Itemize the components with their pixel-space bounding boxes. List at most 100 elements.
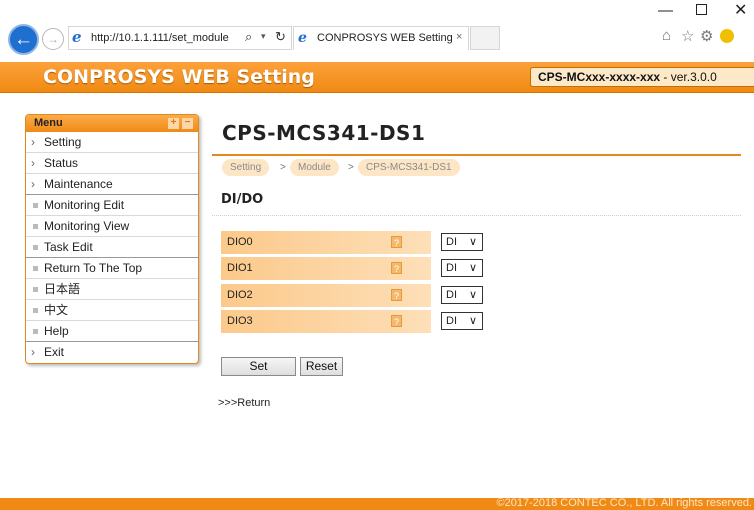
menu-title: Menu	[34, 117, 63, 129]
menu-item-status[interactable]: › Status	[26, 153, 198, 174]
help-icon[interactable]: ?	[391, 315, 402, 327]
chevron-down-icon: ∨	[469, 236, 478, 248]
menu-item-label: 中文	[44, 303, 69, 317]
breadcrumb-setting[interactable]: Setting	[222, 159, 270, 176]
help-icon[interactable]: ?	[391, 289, 402, 301]
dio0-mode-select[interactable]: DI ∨	[441, 233, 483, 251]
forward-arrow-icon[interactable]: →	[42, 28, 64, 50]
footer: ©2017-2018 CONTEC CO., LTD. All rights r…	[0, 497, 754, 510]
smiley-icon[interactable]	[720, 29, 734, 43]
bullet-square-icon	[33, 287, 38, 292]
menu-item-label: Exit	[44, 345, 65, 359]
help-icon[interactable]: ?	[391, 262, 402, 274]
menu-item-setting[interactable]: › Setting	[26, 132, 198, 153]
tab-title: CONPROSYS WEB Setting	[317, 32, 453, 44]
menu-item-label: Setting	[44, 135, 82, 149]
menu-item-chinese[interactable]: 中文	[26, 300, 198, 321]
collapse-all-icon[interactable]: −	[182, 118, 193, 129]
chevron-right-icon: ›	[31, 135, 35, 149]
bullet-square-icon	[33, 308, 38, 313]
menu-item-label: Task Edit	[44, 240, 93, 254]
select-value: DI	[446, 289, 457, 301]
set-button[interactable]: Set	[221, 357, 296, 376]
expand-all-icon[interactable]: +	[168, 118, 179, 129]
select-value: DI	[446, 236, 457, 248]
site-title: CONPROSYS WEB Setting	[43, 66, 315, 88]
bullet-square-icon	[33, 203, 38, 208]
version-badge: CPS-MCxxx-xxxx-xxx - ver.3.0.0	[530, 67, 754, 87]
menu-item-monitoring-view[interactable]: Monitoring View	[26, 216, 198, 237]
star-icon[interactable]: ☆	[681, 27, 694, 45]
title-divider	[212, 154, 741, 156]
minimize-icon[interactable]: —	[658, 2, 673, 19]
dio-label: DIO0	[227, 236, 253, 248]
menu-item-label: Maintenance	[44, 177, 113, 191]
search-icon[interactable]: ⌕	[245, 29, 252, 45]
copyright-text: ©2017-2018 CONTEC CO., LTD. All rights r…	[496, 497, 753, 509]
breadcrumb-separator: >	[348, 162, 354, 173]
breadcrumb-current: CPS-MCS341-DS1	[358, 159, 460, 176]
page-title: CPS-MCS341-DS1	[222, 121, 426, 145]
back-arrow-icon[interactable]: ←	[8, 24, 39, 55]
bullet-square-icon	[33, 245, 38, 250]
menu-item-label: Monitoring View	[44, 219, 130, 233]
bullet-square-icon	[33, 224, 38, 229]
chevron-right-icon: ›	[31, 345, 35, 359]
menu-item-maintenance[interactable]: › Maintenance	[26, 174, 198, 195]
menu-item-task-edit[interactable]: Task Edit	[26, 237, 198, 258]
chevron-down-icon: ∨	[469, 262, 478, 274]
chevron-down-icon[interactable]: ▾	[261, 31, 266, 42]
menu-item-label: Status	[44, 156, 79, 170]
address-bar[interactable]: e http://10.1.1.111/set_module ⌕ ▾ ↻	[68, 26, 292, 50]
menu-item-label: 日本語	[44, 282, 81, 296]
reset-button[interactable]: Reset	[300, 357, 343, 376]
menu-item-label: Return To The Top	[44, 261, 143, 275]
version-text: ver.3.0.0	[670, 70, 717, 84]
ie-logo-icon: e	[72, 28, 82, 46]
menu-item-help[interactable]: Help	[26, 321, 198, 342]
bullet-square-icon	[33, 266, 38, 271]
close-icon[interactable]: ✕	[734, 0, 747, 20]
side-menu: Menu + − › Setting › Status › Maintenance M…	[25, 114, 199, 364]
help-icon[interactable]: ?	[391, 236, 402, 248]
dio-row: DIO1 ?	[221, 257, 431, 280]
chevron-down-icon: ∨	[469, 289, 478, 301]
site-header: CONPROSYS WEB Setting CPS-MCxxx-xxxx-xxx…	[0, 62, 754, 93]
dio2-mode-select[interactable]: DI ∨	[441, 286, 483, 304]
menu-item-return-top[interactable]: Return To The Top	[26, 258, 198, 279]
maximize-icon[interactable]	[696, 4, 707, 15]
dio1-mode-select[interactable]: DI ∨	[441, 259, 483, 277]
browser-tab[interactable]: e CONPROSYS WEB Setting ×	[293, 26, 469, 50]
dio-row: DIO0 ?	[221, 231, 431, 254]
url-text[interactable]: http://10.1.1.111/set_module	[91, 32, 229, 44]
model-name: CPS-MCxxx-xxxx-xxx	[538, 70, 661, 84]
breadcrumb-separator: >	[280, 162, 286, 173]
ie-logo-icon: e	[298, 30, 307, 46]
select-value: DI	[446, 262, 457, 274]
dio3-mode-select[interactable]: DI ∨	[441, 312, 483, 330]
home-icon[interactable]: ⌂	[662, 27, 671, 44]
chevron-right-icon: ›	[31, 156, 35, 170]
browser-chrome: ← → e http://10.1.1.111/set_module ⌕ ▾ ↻…	[0, 0, 754, 62]
tab-close-icon[interactable]: ×	[456, 31, 462, 43]
version-separator: -	[660, 70, 671, 84]
chevron-down-icon: ∨	[469, 315, 478, 327]
dio-row: DIO3 ?	[221, 310, 431, 333]
menu-item-label: Monitoring Edit	[44, 198, 125, 212]
refresh-icon[interactable]: ↻	[275, 29, 286, 45]
new-tab-button[interactable]	[470, 26, 500, 50]
menu-header: Menu + −	[26, 115, 198, 132]
menu-item-monitoring-edit[interactable]: Monitoring Edit	[26, 195, 198, 216]
dio-label: DIO3	[227, 315, 253, 327]
dio-row: DIO2 ?	[221, 284, 431, 307]
chevron-right-icon: ›	[31, 177, 35, 191]
section-heading: DI/DO	[221, 192, 264, 207]
return-link[interactable]: >>>Return	[218, 397, 270, 409]
dio-label: DIO2	[227, 289, 253, 301]
menu-item-exit[interactable]: › Exit	[26, 342, 198, 363]
gear-icon[interactable]: ⚙	[700, 27, 713, 45]
breadcrumb-module[interactable]: Module	[290, 159, 339, 176]
menu-item-label: Help	[44, 324, 69, 338]
menu-item-japanese[interactable]: 日本語	[26, 279, 198, 300]
section-divider	[212, 215, 741, 216]
